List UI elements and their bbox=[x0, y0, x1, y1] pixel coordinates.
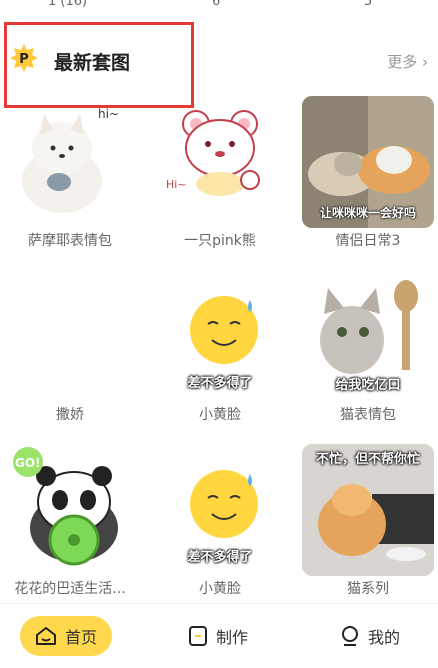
tab-label: 制作 bbox=[216, 628, 249, 647]
make-icon bbox=[189, 626, 207, 646]
svg-text:P: P bbox=[19, 52, 29, 67]
pack-card[interactable]: 差不多得了 小黄脸 bbox=[150, 268, 290, 428]
tab-mine[interactable]: 我的 bbox=[340, 616, 400, 656]
tab-label: 我的 bbox=[368, 628, 401, 647]
svg-text:Hi~: Hi~ bbox=[166, 178, 187, 191]
count-label: 6 bbox=[212, 0, 221, 9]
pack-title: 情侣日常3 bbox=[335, 233, 401, 249]
sticker-overlay-text: 不忙，但不帮你忙 bbox=[315, 452, 420, 467]
pack-title: 猫系列 bbox=[347, 581, 389, 597]
pack-card[interactable]: 差不多得了 小黄脸 bbox=[150, 442, 290, 602]
bottom-tab-bar: 首页 制作 我的 bbox=[0, 603, 438, 668]
pack-title: 猫表情包 bbox=[340, 407, 396, 423]
sticker-overlay-text: 给我吃亿口 bbox=[335, 378, 401, 393]
pink-bear-sticker: Hi~ bbox=[166, 110, 260, 196]
tab-label: 首页 bbox=[64, 628, 97, 647]
pack-title: 小黄脸 bbox=[199, 581, 241, 597]
pack-title: 一只pink熊 bbox=[184, 233, 256, 249]
pack-card[interactable]: 让咪咪咪一会好吗 情侣日常3 bbox=[298, 94, 438, 254]
samoyed-sticker: hi~ bbox=[22, 107, 119, 213]
svg-text:hi~: hi~ bbox=[98, 107, 119, 121]
pack-title: 小黄脸 bbox=[199, 407, 241, 423]
pack-card[interactable]: 给我吃亿口 猫表情包 bbox=[298, 268, 438, 428]
more-label: 更多 bbox=[387, 53, 418, 71]
previous-row-counts: 1 (16) 6 5 bbox=[0, 0, 438, 12]
tab-make[interactable]: 制作 bbox=[188, 616, 248, 656]
pack-card[interactable]: hi~ 萨摩耶表情包 bbox=[0, 94, 140, 254]
sticker-overlay-text: 差不多得了 bbox=[187, 550, 253, 565]
pack-title: 撒娇 bbox=[56, 407, 84, 423]
pack-card[interactable]: 不忙，但不帮你忙 猫系列 bbox=[298, 442, 438, 602]
section-title: 最新套图 bbox=[54, 52, 131, 74]
pack-card[interactable]: Hi~ 一只pink熊 bbox=[150, 94, 290, 254]
pack-title: 萨摩耶表情包 bbox=[28, 233, 112, 249]
tab-home[interactable]: 首页 bbox=[20, 616, 112, 656]
pack-card[interactable]: GO! 花花的巴适生活... bbox=[0, 442, 140, 602]
panda-sticker: GO! bbox=[13, 447, 118, 566]
more-link[interactable]: 更多 › bbox=[387, 51, 428, 72]
count-label: 1 (16) bbox=[48, 0, 88, 9]
p-badge-icon: P bbox=[10, 44, 38, 72]
count-label: 5 bbox=[364, 0, 373, 9]
photo-overlay-text: 让咪咪咪一会好吗 bbox=[319, 206, 416, 220]
sticker-overlay-text: 差不多得了 bbox=[187, 376, 253, 391]
pack-title: 花花的巴适生活... bbox=[14, 581, 126, 597]
home-icon bbox=[35, 627, 56, 645]
svg-text:GO!: GO! bbox=[15, 456, 41, 470]
profile-icon bbox=[342, 626, 358, 646]
blank-thumbnail bbox=[4, 270, 136, 402]
pack-card[interactable]: 撒娇 bbox=[0, 268, 140, 428]
